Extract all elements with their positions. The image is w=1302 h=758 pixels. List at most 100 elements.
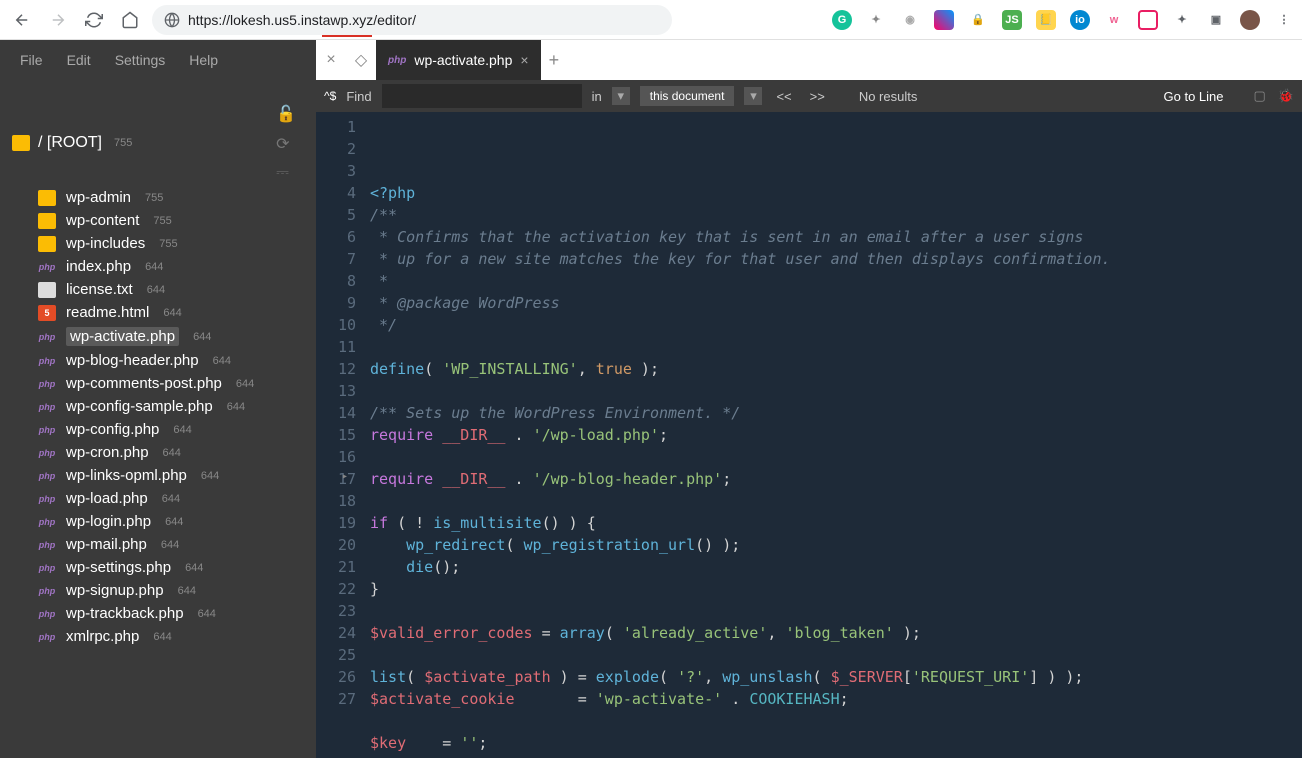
find-input[interactable] — [382, 84, 582, 108]
back-button[interactable] — [8, 6, 36, 34]
tab-active[interactable]: php wp-activate.php × — [376, 40, 541, 80]
tab-diamond-icon[interactable]: ◇ — [352, 51, 370, 69]
reload-button[interactable] — [80, 6, 108, 34]
tab-bar: × ◇ php wp-activate.php × + — [316, 40, 1302, 80]
lock-icon[interactable]: 🔓 — [276, 104, 296, 124]
url-bar[interactable] — [152, 5, 672, 35]
find-scope[interactable]: this document — [640, 86, 735, 106]
file-name: xmlrpc.php — [66, 628, 139, 645]
file-row[interactable]: phpwp-activate.php644 — [0, 324, 316, 349]
ext-swirl-icon[interactable]: ◉ — [900, 10, 920, 30]
file-perm: 644 — [236, 378, 254, 390]
ext-leaf-icon[interactable]: ✦ — [866, 10, 886, 30]
root-row[interactable]: / [ROOT] 755 🔓 ⟳ ⎓ — [0, 100, 316, 186]
file-name: readme.html — [66, 304, 149, 321]
file-perm: 755 — [159, 238, 177, 250]
ext-w-icon[interactable]: w — [1104, 10, 1124, 30]
ext-note-icon[interactable]: 📒 — [1036, 10, 1056, 30]
file-perm: 644 — [201, 470, 219, 482]
file-perm: 644 — [147, 284, 165, 296]
php-icon: php — [38, 560, 56, 576]
ext-colorful-icon[interactable] — [934, 10, 954, 30]
file-perm: 755 — [145, 192, 163, 204]
code-area[interactable]: 1234567891011121314151617181920212223242… — [316, 112, 1302, 758]
ext-lock-icon[interactable]: 🔒 — [968, 10, 988, 30]
file-perm: 644 — [162, 493, 180, 505]
menu-dots-icon[interactable]: ⋮ — [1274, 10, 1294, 30]
split-view-icon[interactable]: ▢ — [1254, 88, 1266, 104]
file-name: wp-activate.php — [66, 327, 179, 346]
file-row[interactable]: phpwp-signup.php644 — [0, 579, 316, 602]
extensions-area: G ✦ ◉ 🔒 JS 📒 io w ✦ ▣ ⋮ — [832, 10, 1294, 30]
root-perm: 755 — [114, 137, 132, 149]
ext-grammarly-icon[interactable]: G — [832, 10, 852, 30]
file-name: wp-login.php — [66, 513, 151, 530]
line-gutter: 1234567891011121314151617181920212223242… — [316, 112, 366, 758]
globe-icon — [164, 12, 180, 28]
find-shortcut: ^$ — [324, 89, 336, 103]
file-row[interactable]: wp-content755 — [0, 209, 316, 232]
refresh-icon[interactable]: ⟳ — [276, 134, 296, 154]
file-row[interactable]: license.txt644 — [0, 278, 316, 301]
avatar[interactable] — [1240, 10, 1260, 30]
file-row[interactable]: phpwp-comments-post.php644 — [0, 372, 316, 395]
ext-io-icon[interactable]: io — [1070, 10, 1090, 30]
file-row[interactable]: php wp-settings.php 644 — [0, 556, 316, 579]
code-content[interactable]: ▸ <?php/** * Confirms that the activatio… — [366, 112, 1302, 758]
editor-pane: × ◇ php wp-activate.php × + ^$ Find in ▾… — [316, 40, 1302, 758]
file-perm: 644 — [213, 355, 231, 367]
file-row[interactable]: phpwp-trackback.php644 — [0, 602, 316, 625]
menu-settings[interactable]: Settings — [115, 52, 166, 68]
tab-close-icon[interactable]: × — [520, 52, 528, 68]
file-perm: 644 — [161, 539, 179, 551]
file-row[interactable]: phpindex.php644 — [0, 255, 316, 278]
file-perm: 644 — [193, 331, 211, 343]
menu-edit[interactable]: Edit — [67, 52, 91, 68]
file-row[interactable]: wp-includes 755 — [0, 232, 316, 255]
find-next-button[interactable]: >> — [806, 89, 829, 104]
file-row[interactable]: 5readme.html644 — [0, 301, 316, 324]
file-row[interactable]: wp-admin755 — [0, 186, 316, 209]
fold-triangle-icon[interactable]: ▸ — [342, 466, 348, 488]
file-perm: 644 — [178, 585, 196, 597]
file-row[interactable]: phpwp-config.php644 — [0, 418, 316, 441]
root-label: / [ROOT] — [38, 134, 102, 152]
php-icon: php — [388, 55, 406, 66]
find-dropdown-1-icon[interactable]: ▾ — [612, 87, 630, 105]
home-button[interactable] — [116, 6, 144, 34]
find-dropdown-2-icon[interactable]: ▾ — [744, 87, 762, 105]
file-name: wp-settings.php — [66, 559, 171, 576]
file-perm: 644 — [198, 608, 216, 620]
file-name: wp-mail.php — [66, 536, 147, 553]
file-row[interactable]: phpwp-cron.php644 — [0, 441, 316, 464]
file-row[interactable]: phpwp-config-sample.php644 — [0, 395, 316, 418]
file-row[interactable]: phpwp-login.php644 — [0, 510, 316, 533]
ext-device-icon[interactable]: ▣ — [1206, 10, 1226, 30]
file-row[interactable]: phpwp-links-opml.php644 — [0, 464, 316, 487]
php-icon: php — [38, 629, 56, 645]
find-in-label: in — [592, 89, 602, 104]
find-prev-button[interactable]: << — [772, 89, 795, 104]
ext-js-icon[interactable]: JS — [1002, 10, 1022, 30]
url-input[interactable] — [188, 12, 660, 28]
file-row[interactable]: phpxmlrpc.php644 — [0, 625, 316, 648]
php-icon: php — [38, 606, 56, 622]
ext-puzzle-icon[interactable]: ✦ — [1172, 10, 1192, 30]
menu-help[interactable]: Help — [189, 52, 218, 68]
tab-title: wp-activate.php — [414, 52, 512, 68]
file-perm: 644 — [185, 562, 203, 574]
file-row[interactable]: phpwp-blog-header.php644 — [0, 349, 316, 372]
file-name: wp-config.php — [66, 421, 159, 438]
forward-button[interactable] — [44, 6, 72, 34]
file-row[interactable]: phpwp-load.php644 — [0, 487, 316, 510]
tab-add-button[interactable]: + — [549, 50, 560, 71]
php-icon: php — [38, 422, 56, 438]
goto-line-button[interactable]: Go to Line — [1164, 89, 1224, 104]
bug-icon[interactable]: 🐞 — [1278, 88, 1294, 104]
file-name: wp-includes — [66, 235, 145, 252]
tab-close-all-icon[interactable]: × — [322, 51, 340, 69]
file-row[interactable]: phpwp-mail.php644 — [0, 533, 316, 556]
ext-pink-icon[interactable] — [1138, 10, 1158, 30]
menu-file[interactable]: File — [20, 52, 43, 68]
plug-icon[interactable]: ⎓ — [276, 164, 296, 182]
